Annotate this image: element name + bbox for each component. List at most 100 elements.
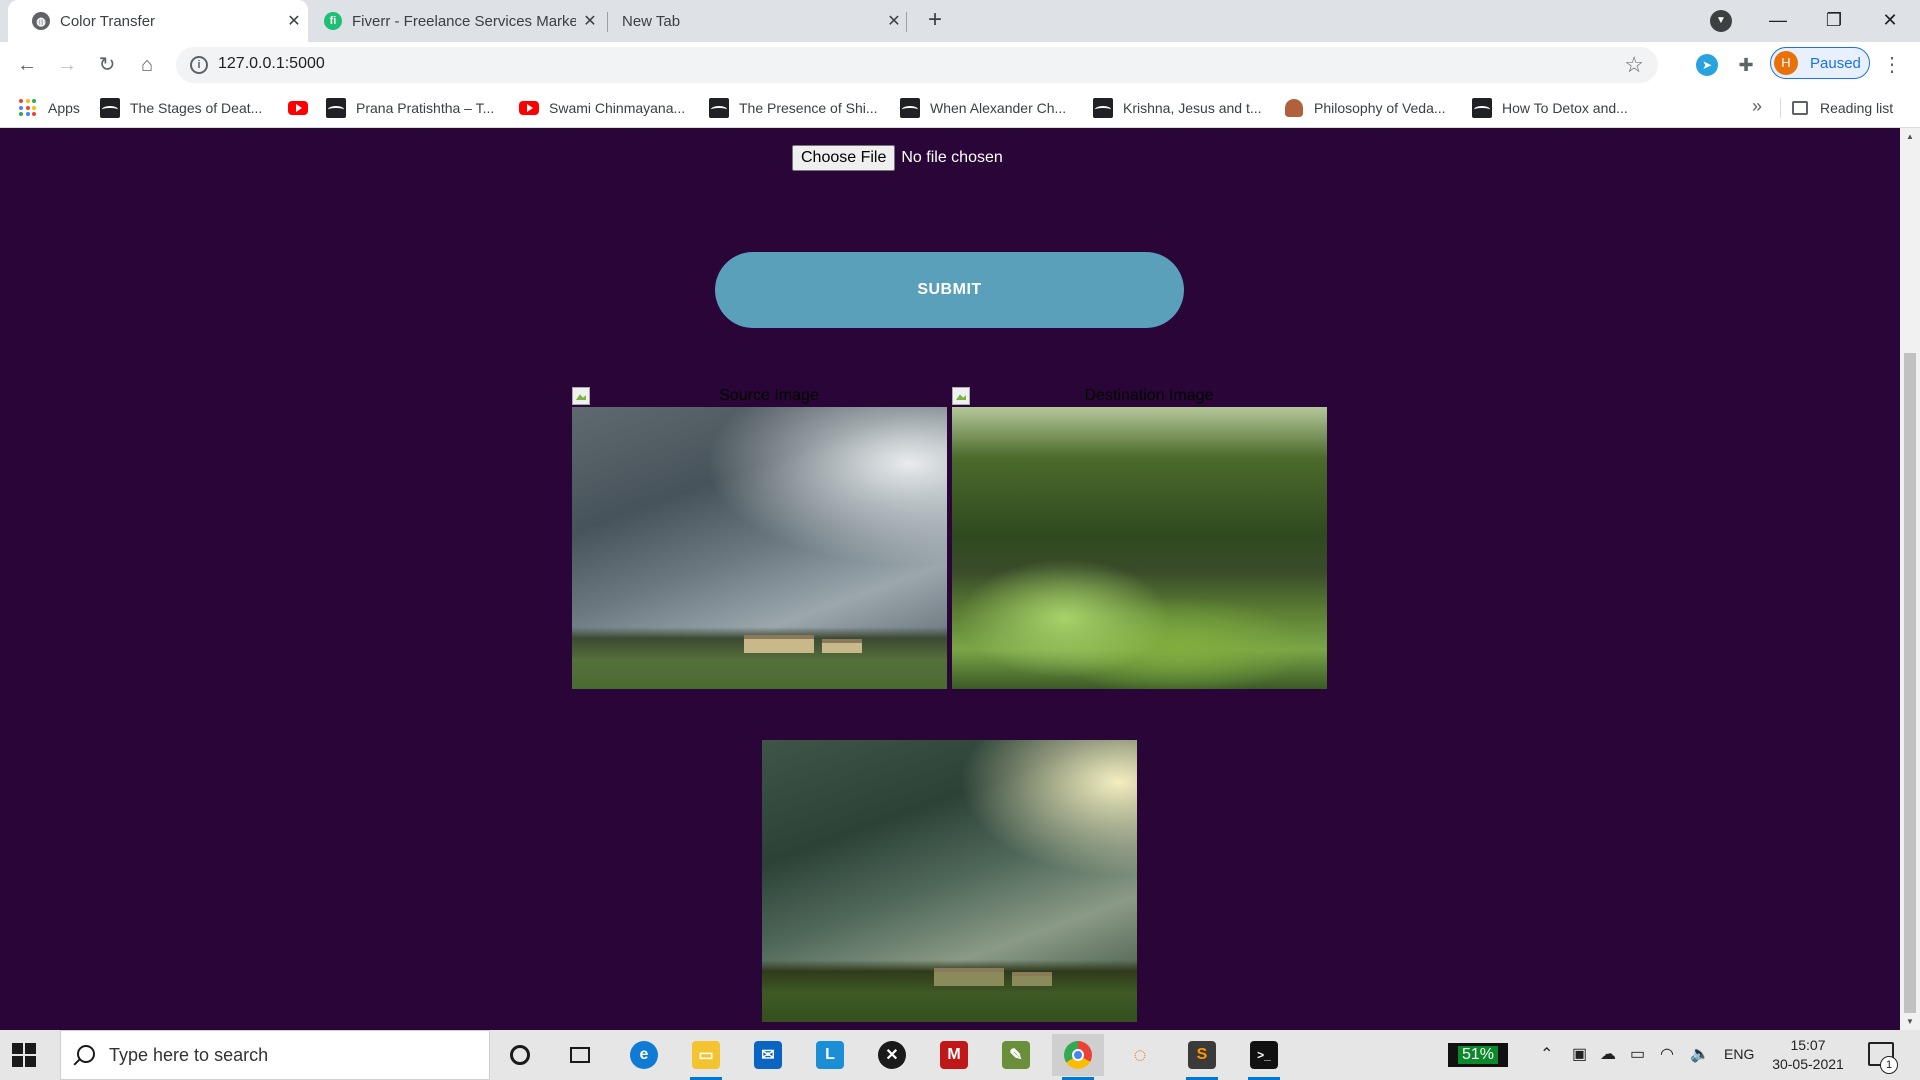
bookmark-label: Apps (48, 100, 80, 116)
bookmark-item[interactable]: Philosophy of Veda... (1284, 88, 1446, 128)
monk-icon (1284, 98, 1304, 118)
bookmark-label: Prana Pratishtha – T... (356, 100, 495, 116)
source-image-alt-text: Source Image (719, 387, 819, 404)
windows-start-icon[interactable] (12, 1043, 36, 1067)
globe-icon: ◍ (32, 12, 50, 30)
bookmark-item[interactable]: Swami Chinmayana... (519, 88, 685, 128)
home-icon[interactable]: ⌂ (132, 50, 162, 80)
file-input[interactable]: Choose File No file chosen (792, 145, 1003, 171)
scroll-up-arrow-icon[interactable]: ▲ (1900, 132, 1920, 141)
cortana-icon[interactable] (494, 1034, 546, 1076)
paint-icon[interactable]: ✎ (990, 1034, 1042, 1076)
bookmark-item[interactable]: Krishna, Jesus and t... (1093, 88, 1262, 128)
telegram-extension-icon[interactable]: ➤ (1696, 54, 1718, 76)
bookmark-item[interactable]: The Stages of Deat... (100, 88, 262, 128)
bookmark-item[interactable]: When Alexander Ch... (900, 88, 1066, 128)
building (822, 639, 862, 653)
scroll-down-arrow-icon[interactable]: ▼ (1900, 1017, 1920, 1026)
close-window-button[interactable]: ✕ (1862, 0, 1918, 40)
profile-button[interactable]: H Paused (1770, 47, 1870, 79)
kebab-menu-icon[interactable]: ⋮ (1882, 50, 1902, 80)
choose-file-button[interactable]: Choose File (792, 145, 896, 171)
battery-tray-icon[interactable]: ▭ (1630, 1044, 1645, 1064)
clock-time: 15:07 (1790, 1037, 1826, 1053)
new-tab-button[interactable]: + (920, 6, 950, 36)
reload-icon[interactable]: ↻ (92, 50, 122, 80)
clock-date: 30-05-2021 (1772, 1056, 1844, 1072)
tab-title: Color Transfer (60, 12, 156, 30)
volume-icon[interactable]: 🔈 (1690, 1044, 1710, 1064)
chrome-icon[interactable] (1052, 1034, 1104, 1080)
building (1012, 972, 1052, 986)
submit-button[interactable]: SUBMIT (715, 252, 1184, 328)
meet-now-icon[interactable]: ▣ (1572, 1044, 1587, 1064)
dark-thumb-icon (900, 98, 920, 118)
taskbar-search-box[interactable]: Type here to search (60, 1030, 490, 1080)
jupyter-icon[interactable]: ◌ (1114, 1034, 1166, 1076)
destination-swamp-photo (952, 407, 1327, 689)
mcafee-shield-icon[interactable]: M (928, 1034, 980, 1076)
close-tab-icon[interactable]: ✕ (880, 11, 908, 31)
color-transferred-result-photo (762, 740, 1137, 1022)
tab-color-transfer[interactable]: ◍ Color Transfer ✕ (8, 0, 308, 42)
bookmark-label: The Stages of Deat... (130, 100, 263, 116)
back-arrow-icon[interactable]: ← (12, 50, 42, 80)
battery-percent: 51% (1457, 1046, 1499, 1064)
restore-button[interactable]: ❐ (1806, 0, 1862, 40)
bookmark-item[interactable]: Prana Pratishtha – T... (326, 88, 494, 128)
dark-thumb-icon (1472, 98, 1492, 118)
terminal-icon[interactable]: >_ (1238, 1034, 1290, 1080)
puzzle-extensions-icon[interactable]: ✚ (1735, 54, 1757, 76)
onedrive-cloud-icon[interactable]: ☁ (1600, 1044, 1616, 1064)
browser-toolbar: ← → ↻ ⌂ i 127.0.0.1:5000 ☆ ➤ ✚ H Paused … (0, 42, 1920, 88)
destination-image-alt-text: Destination Image (1084, 387, 1214, 404)
bookmark-label: How To Detox and... (1502, 100, 1628, 116)
tab-separator (906, 12, 907, 32)
tab-title: Fiverr - Freelance Services Marketplace (352, 12, 576, 30)
search-placeholder: Type here to search (109, 1045, 269, 1065)
chevron-up-icon[interactable]: ⌃ (1540, 1044, 1553, 1064)
url-text[interactable]: 127.0.0.1:5000 (218, 55, 325, 73)
tab-fiverr[interactable]: fi Fiverr - Freelance Services Marketpla… (304, 0, 604, 42)
dark-thumb-icon (100, 98, 120, 118)
bookmark-item[interactable] (288, 88, 318, 128)
l-app-icon[interactable]: L (804, 1034, 856, 1076)
bookmark-label: The Presence of Shi... (739, 100, 878, 116)
more-bookmarks-chevron-icon[interactable]: » (1752, 96, 1762, 117)
forward-arrow-icon[interactable]: → (52, 50, 82, 80)
bookmark-apps[interactable]: Apps (18, 88, 80, 128)
site-info-icon[interactable]: i (190, 56, 208, 74)
bookmark-item[interactable]: The Presence of Shi... (709, 88, 878, 128)
tab-new-tab[interactable]: New Tab ✕ (608, 0, 908, 42)
battery-indicator[interactable]: 51% (1448, 1043, 1508, 1067)
wifi-icon[interactable]: ◠ (1660, 1044, 1674, 1064)
tab-search-icon[interactable]: ▼ (1710, 10, 1732, 32)
dark-thumb-icon (1093, 98, 1113, 118)
xbox-icon[interactable]: ✕ (866, 1034, 918, 1076)
clock[interactable]: 15:07 30-05-2021 (1766, 1036, 1850, 1074)
profile-status-label: Paused (1810, 55, 1861, 72)
reading-list-label: Reading list (1820, 100, 1894, 116)
task-view-icon[interactable] (554, 1034, 606, 1076)
mail-icon[interactable]: ✉ (742, 1034, 794, 1076)
language-indicator[interactable]: ENG (1724, 1046, 1754, 1062)
building (744, 635, 814, 653)
windows-taskbar: Type here to search e ▭ ✉ L ✕ M ✎ ◌ S >_… (0, 1030, 1920, 1080)
address-bar[interactable]: i 127.0.0.1:5000 ☆ (176, 47, 1658, 83)
reading-list-button[interactable]: Reading list (1792, 88, 1893, 128)
edge-icon[interactable]: e (618, 1034, 670, 1076)
bookmark-item[interactable]: How To Detox and... (1472, 88, 1628, 128)
page-content: Choose File No file chosen SUBMIT Source… (0, 128, 1900, 1030)
broken-image-icon (572, 387, 590, 405)
sublime-text-icon[interactable]: S (1176, 1034, 1228, 1080)
dark-thumb-icon (326, 98, 346, 118)
apps-grid-icon (18, 98, 38, 118)
tab-strip: ◍ Color Transfer ✕ fi Fiverr - Freelance… (0, 0, 1920, 42)
close-tab-icon[interactable]: ✕ (576, 11, 604, 31)
file-explorer-icon[interactable]: ▭ (680, 1034, 732, 1080)
minimize-button[interactable]: — (1750, 0, 1806, 40)
search-icon (77, 1045, 95, 1063)
scroll-thumb[interactable] (1904, 353, 1916, 1013)
page-scrollbar[interactable]: ▲ ▼ (1900, 128, 1920, 1030)
bookmark-star-icon[interactable]: ☆ (1624, 52, 1644, 78)
